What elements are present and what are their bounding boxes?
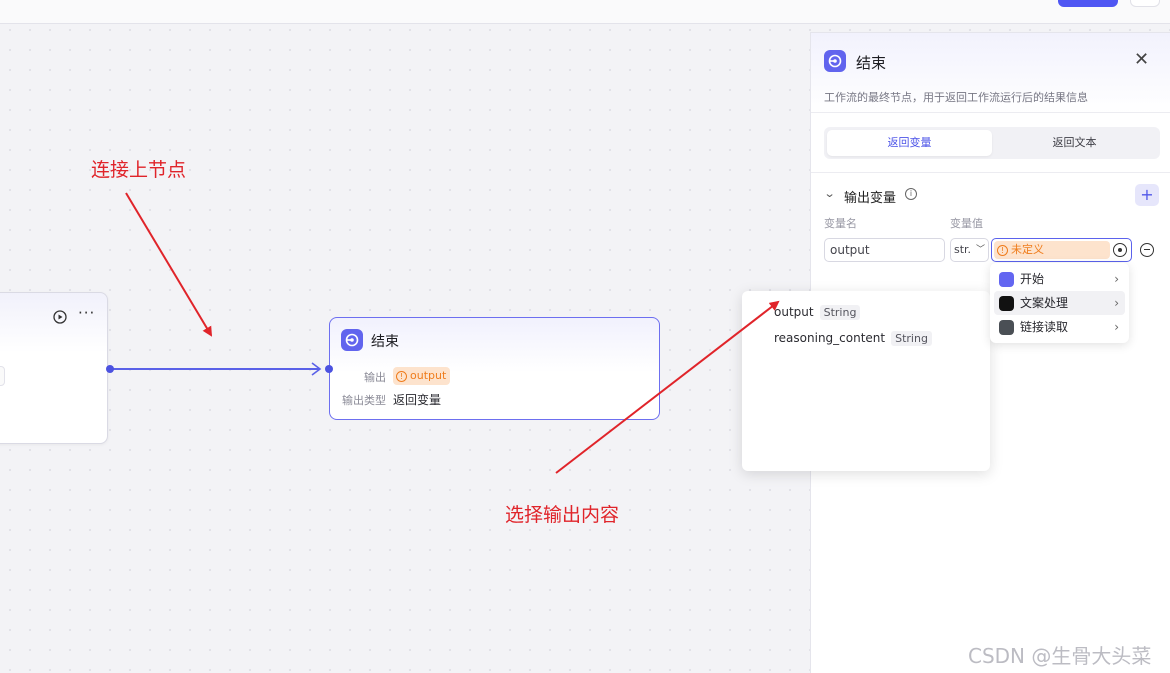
annotation-select-output: 选择输出内容 — [505, 504, 620, 526]
output-type-value: 返回变量 — [393, 393, 442, 407]
add-variable-button[interactable]: + — [1135, 184, 1159, 206]
variable-option-type: String — [819, 304, 861, 320]
chevron-right-icon: › — [1114, 296, 1119, 310]
start-node-icon — [999, 272, 1014, 287]
panel-title: 结束 — [856, 54, 887, 72]
run-icon[interactable] — [53, 310, 67, 328]
toolbar-secondary-button[interactable] — [1130, 0, 1160, 7]
variable-option-name: output — [774, 305, 814, 319]
variable-option[interactable]: reasoning_content String — [774, 325, 990, 351]
collapse-chevron-icon[interactable]: ⌄ — [824, 187, 836, 200]
output-label: 输出 — [364, 371, 386, 384]
chevron-right-icon: › — [1114, 272, 1119, 286]
output-badge: ! output — [393, 367, 451, 385]
variable-type-select[interactable]: str. ﹀ — [950, 238, 989, 262]
menu-item-start[interactable]: 开始 › — [994, 267, 1125, 291]
menu-item-label: 链接读取 — [1020, 320, 1069, 334]
column-header-value: 变量值 — [950, 217, 983, 230]
edge-arrow-icon — [311, 362, 322, 376]
more-icon[interactable]: ··· — [78, 306, 95, 321]
divider — [811, 112, 1170, 113]
info-icon[interactable]: i — [905, 188, 917, 200]
previous-node-field — [0, 366, 5, 386]
close-icon[interactable]: ✕ — [1134, 50, 1149, 70]
variable-option-type: String — [891, 330, 932, 346]
menu-item-link-reader[interactable]: 链接读取 › — [994, 315, 1125, 339]
panel-description: 工作流的最终节点，用于返回工作流运行后的结果信息 — [824, 91, 1088, 104]
link-reader-icon — [999, 320, 1014, 335]
output-badge-text: output — [410, 369, 447, 382]
top-toolbar — [0, 0, 1170, 24]
connection-edge[interactable] — [110, 368, 320, 370]
menu-item-label: 文案处理 — [1020, 296, 1069, 310]
divider — [811, 172, 1170, 173]
undefined-badge: ! 未定义 — [994, 241, 1110, 259]
watermark: CSDN @生骨大头菜 — [968, 644, 1152, 668]
chevron-down-icon: ﹀ — [975, 245, 985, 255]
warning-icon: ! — [997, 244, 1008, 256]
output-type-label: 输出类型 — [342, 394, 386, 407]
remove-variable-button[interactable] — [1140, 243, 1154, 257]
column-header-name: 变量名 — [824, 217, 857, 230]
variable-list-popover: output String reasoning_content String — [742, 291, 990, 471]
output-port[interactable] — [106, 365, 114, 373]
end-node-title: 结束 — [371, 334, 399, 350]
warning-icon: ! — [396, 370, 407, 382]
return-mode-tabs: 返回变量 返回文本 — [824, 127, 1160, 159]
variable-option-name: reasoning_content — [774, 331, 886, 345]
source-node-menu: 开始 › 文案处理 › 链接读取 › — [990, 263, 1129, 343]
variable-option[interactable]: output String — [774, 299, 990, 325]
ai-model-icon — [999, 296, 1014, 311]
previous-node[interactable]: ··· — [0, 292, 108, 444]
panel-node-icon — [824, 50, 846, 72]
variable-type-value: str. — [954, 243, 972, 256]
menu-item-copy-processing[interactable]: 文案处理 › — [994, 291, 1125, 315]
variable-name-input[interactable]: output — [824, 238, 945, 262]
output-variables-title: 输出变量 — [844, 191, 897, 206]
variable-picker-icon[interactable] — [1113, 243, 1127, 257]
end-node[interactable]: 结束 输出 ! output 输出类型 返回变量 — [325, 317, 660, 420]
tab-return-text[interactable]: 返回文本 — [992, 130, 1157, 156]
menu-item-label: 开始 — [1020, 272, 1045, 286]
variable-value-select[interactable]: ! 未定义 — [991, 238, 1132, 262]
toolbar-primary-button[interactable] — [1058, 0, 1118, 7]
undefined-text: 未定义 — [1011, 243, 1044, 256]
tab-return-variable[interactable]: 返回变量 — [827, 130, 992, 156]
annotation-connect: 连接上节点 — [91, 159, 187, 181]
end-node-icon — [341, 329, 363, 351]
chevron-right-icon: › — [1114, 320, 1119, 334]
